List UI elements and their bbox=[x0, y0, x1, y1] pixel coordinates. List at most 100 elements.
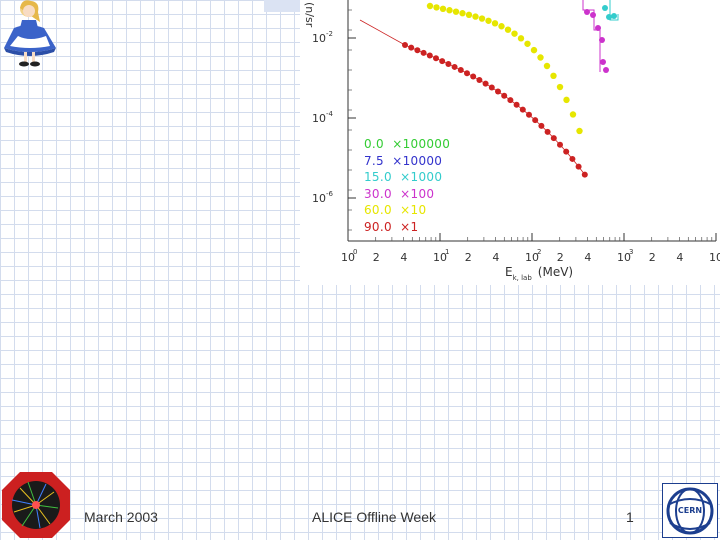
data-point-60 bbox=[543, 62, 551, 70]
data-point-90 bbox=[557, 141, 563, 148]
data-point-90 bbox=[569, 155, 576, 162]
legend-angle: 90.0 bbox=[364, 219, 392, 234]
legend-angle: 7.5 bbox=[364, 153, 384, 168]
x-tick-exponent: 0 bbox=[353, 248, 357, 256]
data-point-90 bbox=[519, 106, 526, 113]
y-tick-exponent: -6 bbox=[326, 190, 334, 198]
data-point-90 bbox=[433, 55, 439, 62]
data-point-60 bbox=[485, 17, 492, 24]
data-point-15 bbox=[606, 14, 612, 20]
footer-title: ALICE Offline Week bbox=[312, 509, 436, 525]
data-point-90 bbox=[544, 128, 551, 135]
legend-entry: 60.0 ×10 bbox=[364, 202, 450, 219]
legend-entry: 90.0 ×1 bbox=[364, 219, 450, 236]
data-point-60 bbox=[439, 5, 447, 13]
data-point-60 bbox=[511, 30, 518, 37]
data-point-60 bbox=[556, 83, 564, 91]
x-minor-label: 4 bbox=[584, 251, 591, 264]
data-point-60 bbox=[478, 15, 486, 22]
data-point-60 bbox=[517, 35, 525, 42]
x-minor-label: 2 bbox=[649, 251, 656, 264]
data-point-60 bbox=[530, 46, 538, 54]
data-point-60 bbox=[563, 96, 570, 104]
legend-angle: 15.0 bbox=[364, 170, 392, 184]
decorative-accent bbox=[264, 0, 304, 12]
data-point-90 bbox=[420, 49, 427, 56]
legend-entry: 30.0 ×100 bbox=[364, 186, 450, 203]
legend-factor: ×1000 bbox=[400, 170, 443, 184]
y-tick-exponent: -2 bbox=[326, 30, 333, 38]
y-tick-label: 10 bbox=[312, 32, 326, 45]
legend-entry: 15.0 ×1000 bbox=[364, 169, 450, 186]
spectrum-plot: 1001011021031042424242410-210-410-6 (n/s… bbox=[300, 0, 720, 285]
data-point-60 bbox=[446, 7, 453, 14]
alice-cartoon-icon bbox=[4, 0, 56, 67]
legend-angle: 60.0 bbox=[364, 203, 392, 217]
data-point-60 bbox=[472, 13, 479, 20]
data-point-90 bbox=[470, 73, 477, 80]
data-point-60 bbox=[550, 72, 557, 80]
x-axis-label: Ek, lab (MeV) bbox=[505, 265, 573, 282]
legend-factor: ×1 bbox=[400, 219, 419, 234]
x-minor-label: 2 bbox=[373, 251, 380, 264]
data-point-90 bbox=[550, 135, 557, 142]
x-tick-exponent: 2 bbox=[537, 248, 541, 256]
legend-factor: ×100000 bbox=[392, 137, 451, 151]
data-point-90 bbox=[451, 63, 458, 70]
data-point-30 bbox=[600, 59, 606, 65]
data-point-90 bbox=[426, 52, 433, 59]
svg-text:CERN: CERN bbox=[678, 506, 702, 515]
data-point-90 bbox=[507, 97, 514, 104]
data-point-90 bbox=[532, 117, 539, 124]
data-point-60 bbox=[465, 11, 473, 19]
data-point-90 bbox=[513, 101, 520, 108]
data-point-60 bbox=[433, 4, 440, 11]
x-minor-label: 4 bbox=[492, 251, 499, 264]
data-point-60 bbox=[452, 8, 460, 15]
legend-factor: ×10 bbox=[400, 203, 427, 217]
data-point-30 bbox=[603, 67, 609, 73]
data-point-60 bbox=[459, 10, 466, 17]
legend-factor: ×10000 bbox=[392, 153, 443, 168]
y-tick-exponent: -4 bbox=[326, 110, 334, 118]
data-point-90 bbox=[495, 88, 501, 95]
data-point-90 bbox=[476, 77, 483, 84]
data-point-90 bbox=[501, 92, 508, 99]
cern-logo-icon: CERN bbox=[662, 483, 718, 538]
legend-angle: 30.0 bbox=[364, 186, 392, 201]
data-point-60 bbox=[576, 127, 583, 135]
x-minor-label: 4 bbox=[676, 251, 683, 264]
data-point-90 bbox=[538, 122, 545, 129]
legend-entry: 7.5 ×10000 bbox=[364, 153, 450, 170]
legend-angle: 0.0 bbox=[364, 137, 384, 151]
data-point-90 bbox=[445, 60, 452, 67]
data-point-60 bbox=[491, 20, 499, 27]
plot-legend: 0.0 ×100000 7.5 ×10000 15.0 ×1000 30.0 ×… bbox=[364, 136, 450, 235]
x-tick-label: 10 bbox=[709, 251, 720, 264]
data-point-90 bbox=[581, 171, 588, 178]
data-point-90 bbox=[408, 44, 415, 51]
data-point-90 bbox=[464, 70, 470, 77]
data-point-90 bbox=[526, 111, 532, 118]
data-point-60 bbox=[569, 111, 577, 118]
data-point-90 bbox=[414, 47, 421, 54]
y-tick-label: 10 bbox=[312, 192, 326, 205]
data-point-60 bbox=[504, 26, 512, 33]
x-minor-label: 4 bbox=[400, 251, 407, 264]
page-number: 1 bbox=[626, 509, 634, 525]
footer-date: March 2003 bbox=[84, 509, 158, 525]
y-axis-label: (n/sr bbox=[303, 2, 316, 28]
data-point-90 bbox=[563, 148, 570, 155]
legend-factor: ×100 bbox=[400, 186, 435, 201]
x-minor-label: 2 bbox=[557, 251, 564, 264]
data-point-90 bbox=[402, 42, 408, 48]
data-point-90 bbox=[439, 58, 446, 65]
data-point-15 bbox=[602, 5, 608, 11]
x-tick-exponent: 3 bbox=[629, 248, 633, 256]
data-point-90 bbox=[488, 84, 495, 91]
legend-entry: 0.0 ×100000 bbox=[364, 136, 450, 153]
x-axis-label-main: E bbox=[505, 265, 513, 279]
data-point-30 bbox=[590, 12, 596, 18]
data-point-15 bbox=[611, 13, 617, 19]
x-axis-label-sub: k, lab bbox=[513, 274, 533, 282]
